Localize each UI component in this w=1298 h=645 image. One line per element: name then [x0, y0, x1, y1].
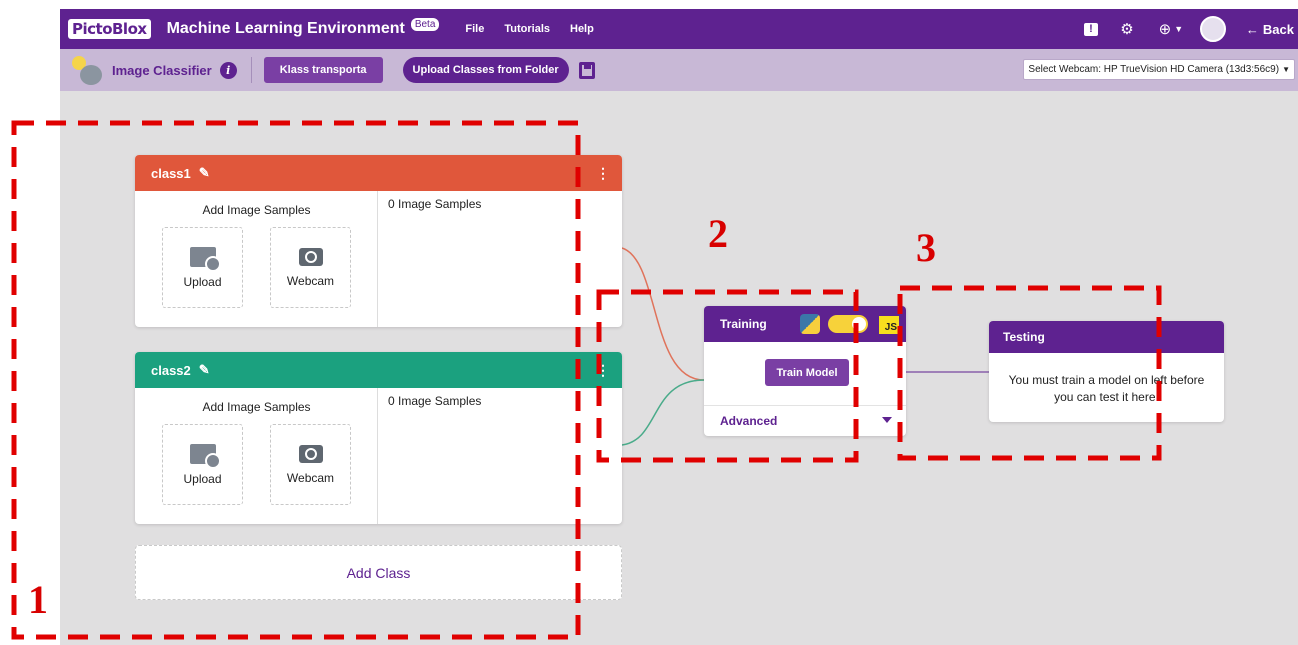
class-card-2: class2 ✎ ⋮ Add Image Samples Upload Webc… [135, 352, 622, 524]
testing-header: Testing [989, 321, 1224, 353]
mascot-icon [70, 53, 106, 87]
menu-help[interactable]: Help [570, 23, 594, 35]
add-samples-panel: Add Image Samples Upload Webcam [135, 191, 378, 327]
class-header: class2 ✎ ⋮ [135, 352, 622, 388]
training-panel: Training JS Train Model Advanced [704, 306, 906, 436]
divider [250, 57, 252, 83]
webcam-select-value: Select Webcam: HP TrueVision HD Camera (… [1028, 64, 1280, 75]
avatar[interactable] [1199, 16, 1226, 42]
project-type-title: Image Classifier [112, 62, 212, 78]
pictoblox-logo[interactable]: PictoBlox [68, 19, 151, 39]
ml-environment-app: PictoBlox Machine Learning Environment B… [0, 0, 1298, 645]
webcam-button[interactable]: Webcam [270, 424, 351, 505]
upload-label: Upload [183, 471, 222, 486]
upload-button[interactable]: Upload [162, 424, 243, 505]
javascript-icon: JS [879, 316, 899, 334]
upload-button[interactable]: Upload [162, 227, 243, 308]
project-name-button[interactable]: Klass transporta [263, 57, 383, 83]
caret-down-icon [882, 417, 892, 423]
annotation-label-2: 2 [708, 211, 728, 256]
image-upload-icon [189, 443, 221, 469]
beta-badge: Beta [410, 17, 440, 31]
arrow-left-icon: ← [1245, 21, 1259, 37]
upload-classes-from-folder-button[interactable]: Upload Classes from Folder [402, 57, 569, 83]
add-class-button[interactable]: Add Class [135, 545, 622, 600]
class-name[interactable]: class2 [151, 363, 191, 378]
sample-count: 0 Image Samples [388, 197, 482, 211]
webcam-select[interactable]: Select Webcam: HP TrueVision HD Camera (… [1023, 59, 1295, 80]
add-samples-label: Add Image Samples [202, 203, 311, 217]
advanced-label: Advanced [720, 414, 778, 428]
annotation-label-1: 1 [28, 577, 48, 622]
top-navigation-bar: PictoBlox Machine Learning Environment B… [60, 9, 1298, 49]
testing-panel: Testing You must train a model on left b… [989, 321, 1224, 422]
webcam-label: Webcam [286, 470, 335, 485]
pencil-icon[interactable]: ✎ [199, 165, 210, 181]
class-name[interactable]: class1 [151, 166, 191, 181]
webcam-button[interactable]: Webcam [270, 227, 351, 308]
language-toggle[interactable] [828, 315, 868, 333]
testing-message: You must train a model on left before yo… [1008, 373, 1205, 404]
chevron-down-icon: ▼ [1282, 65, 1290, 74]
sample-count: 0 Image Samples [388, 394, 482, 408]
class-body: Add Image Samples Upload Webcam 0 Image … [135, 191, 622, 327]
webcam-label: Webcam [286, 273, 335, 288]
back-label: Back [1262, 21, 1294, 37]
class-header: class1 ✎ ⋮ [135, 155, 622, 191]
upload-label: Upload [183, 274, 222, 289]
gear-icon[interactable]: ⚙ [1118, 20, 1136, 38]
camera-icon [298, 247, 323, 266]
save-icon[interactable] [578, 61, 595, 79]
train-model-button[interactable]: Train Model [765, 359, 849, 386]
project-toolbar: Image Classifier i Klass transporta Uplo… [60, 49, 1298, 91]
back-button[interactable]: ← Back [1246, 22, 1294, 37]
class-body: Add Image Samples Upload Webcam 0 Image … [135, 388, 622, 524]
training-title: Training [720, 317, 767, 331]
app-title: Machine Learning Environment [166, 20, 405, 37]
training-header: Training JS [704, 306, 906, 342]
advanced-toggle[interactable]: Advanced [704, 405, 906, 436]
class-card-1: class1 ✎ ⋮ Add Image Samples Upload Webc… [135, 155, 622, 327]
feedback-icon[interactable]: ! [1082, 20, 1100, 38]
kebab-menu-icon[interactable]: ⋮ [596, 362, 610, 379]
add-samples-label: Add Image Samples [202, 400, 311, 414]
info-icon[interactable]: i [219, 61, 237, 79]
kebab-menu-icon[interactable]: ⋮ [596, 165, 610, 182]
image-upload-icon [189, 246, 221, 272]
pencil-icon[interactable]: ✎ [199, 362, 210, 378]
python-icon [800, 314, 820, 334]
camera-icon [298, 444, 323, 463]
language-globe-icon[interactable]: ⊕ ▼ [1154, 20, 1188, 38]
topbar-actions: ! ⚙ ⊕ ▼ ← Back [1064, 9, 1298, 49]
menu-file[interactable]: File [465, 23, 484, 35]
add-samples-panel: Add Image Samples Upload Webcam [135, 388, 378, 524]
annotation-label-3: 3 [916, 225, 936, 270]
menu-tutorials[interactable]: Tutorials [504, 23, 550, 35]
